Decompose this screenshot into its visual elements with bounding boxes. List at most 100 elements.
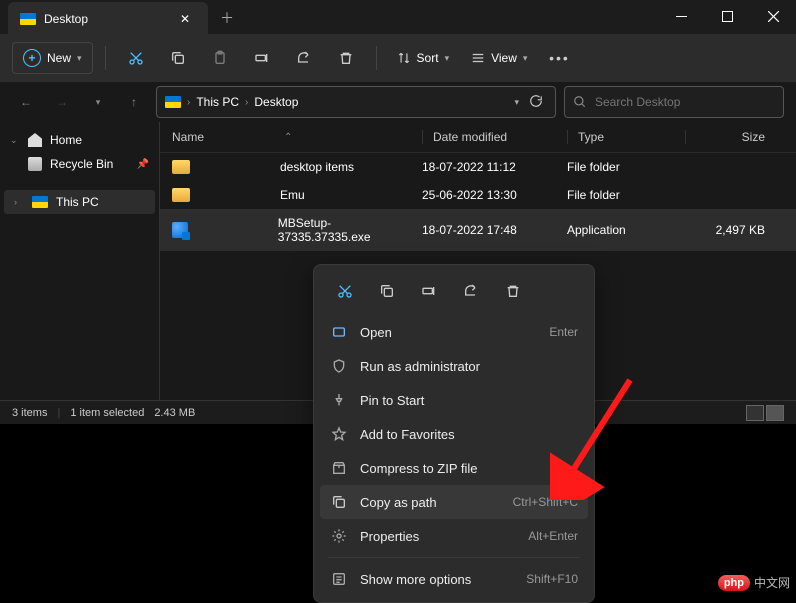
file-row[interactable]: Emu 25-06-2022 13:30 File folder (160, 181, 796, 209)
context-menu: Open Enter Run as administrator Pin to S… (313, 264, 595, 603)
file-date: 18-07-2022 17:48 (422, 223, 567, 237)
ctx-shortcut: Ctrl+Shift+C (513, 495, 578, 509)
ctx-shortcut: Shift+F10 (526, 572, 578, 586)
sidebar-item-label: Recycle Bin (50, 157, 113, 171)
status-items: 3 items (12, 407, 47, 419)
shield-icon (330, 357, 348, 375)
file-row[interactable]: desktop items 18-07-2022 11:12 File fold… (160, 153, 796, 181)
watermark-badge: php (718, 575, 750, 591)
ctx-copy-path[interactable]: Copy as path Ctrl+Shift+C (320, 485, 588, 519)
tab-title: Desktop (44, 12, 166, 26)
open-icon (330, 323, 348, 341)
file-type: File folder (567, 160, 685, 174)
forward-button[interactable]: → (48, 88, 76, 116)
view-button[interactable]: View ▾ (463, 45, 535, 71)
tab-desktop[interactable]: Desktop ✕ (8, 2, 208, 36)
sidebar-item-recycle-bin[interactable]: Recycle Bin 📌 (0, 152, 159, 176)
ctx-delete-button[interactable] (494, 275, 532, 307)
plus-icon: + (23, 49, 41, 67)
share-button[interactable] (286, 40, 322, 76)
ctx-add-favorites[interactable]: Add to Favorites (320, 417, 588, 451)
cut-button[interactable] (118, 40, 154, 76)
exe-icon (172, 222, 188, 238)
chevron-right-icon: › (14, 197, 24, 207)
back-button[interactable]: ← (12, 88, 40, 116)
search-input[interactable] (595, 95, 775, 109)
ctx-label: Add to Favorites (360, 427, 455, 442)
file-row[interactable]: MBSetup-37335.37335.exe 18-07-2022 17:48… (160, 209, 796, 251)
ctx-label: Copy as path (360, 495, 437, 510)
paste-button[interactable] (202, 40, 238, 76)
ctx-copy-button[interactable] (368, 275, 406, 307)
file-name: desktop items (280, 160, 354, 174)
file-type: Application (567, 223, 685, 237)
sidebar-item-label: This PC (56, 195, 99, 209)
ctx-run-admin[interactable]: Run as administrator (320, 349, 588, 383)
sidebar-item-home[interactable]: ⌄ Home (0, 128, 159, 152)
rename-button[interactable] (244, 40, 280, 76)
refresh-button[interactable] (525, 90, 547, 115)
col-date-header[interactable]: Date modified (433, 130, 507, 144)
column-headers[interactable]: Name⌃ Date modified Type Size (160, 122, 796, 153)
ctx-label: Open (360, 325, 392, 340)
maximize-button[interactable] (704, 0, 750, 32)
chevron-right-icon: › (245, 97, 248, 108)
breadcrumb-root[interactable]: This PC (196, 95, 239, 109)
thumbnails-view-toggle[interactable] (766, 405, 784, 421)
zip-icon (330, 459, 348, 477)
copy-button[interactable] (160, 40, 196, 76)
new-button[interactable]: + New ▾ (12, 42, 93, 74)
ctx-compress-zip[interactable]: Compress to ZIP file (320, 451, 588, 485)
home-icon (28, 133, 42, 147)
ctx-cut-button[interactable] (326, 275, 364, 307)
ctx-rename-button[interactable] (410, 275, 448, 307)
minimize-button[interactable] (658, 0, 704, 32)
recent-button[interactable]: ▾ (84, 88, 112, 116)
sidebar: ⌄ Home Recycle Bin 📌 › This PC (0, 122, 160, 400)
sort-icon (397, 51, 411, 65)
file-name: MBSetup-37335.37335.exe (278, 216, 422, 244)
col-size-header[interactable]: Size (742, 130, 765, 144)
up-button[interactable]: ↑ (120, 88, 148, 116)
status-size: 2.43 MB (154, 407, 195, 419)
properties-icon (330, 527, 348, 545)
ctx-pin-start[interactable]: Pin to Start (320, 383, 588, 417)
sort-label: Sort (417, 51, 439, 65)
pin-icon (330, 391, 348, 409)
close-window-button[interactable] (750, 0, 796, 32)
file-size: 2,497 KB (685, 223, 765, 237)
breadcrumb[interactable]: › This PC › Desktop ▾ (156, 86, 556, 118)
chevron-down-icon: ⌄ (10, 135, 20, 146)
col-name-header[interactable]: Name (172, 130, 204, 144)
chevron-down-icon[interactable]: ▾ (514, 97, 519, 108)
sidebar-item-this-pc[interactable]: › This PC (4, 190, 155, 214)
sort-button[interactable]: Sort ▾ (389, 45, 458, 71)
breadcrumb-current[interactable]: Desktop (254, 95, 298, 109)
address-bar: ← → ▾ ↑ › This PC › Desktop ▾ (0, 82, 796, 122)
ctx-label: Properties (360, 529, 419, 544)
details-view-toggle[interactable] (746, 405, 764, 421)
folder-icon (172, 188, 190, 202)
more-options-icon (330, 570, 348, 588)
search-box[interactable] (564, 86, 784, 118)
ctx-share-button[interactable] (452, 275, 490, 307)
file-type: File folder (567, 188, 685, 202)
search-icon (573, 95, 587, 109)
ctx-shortcut: Alt+Enter (528, 529, 578, 543)
close-tab-icon[interactable]: ✕ (174, 10, 196, 28)
ctx-open[interactable]: Open Enter (320, 315, 588, 349)
view-icon (471, 51, 485, 65)
new-tab-button[interactable]: ＋ (208, 0, 246, 36)
delete-button[interactable] (328, 40, 364, 76)
copy-path-icon (330, 493, 348, 511)
chevron-right-icon: › (187, 97, 190, 108)
chevron-down-icon: ▾ (77, 53, 82, 64)
file-name: Emu (280, 188, 305, 202)
ctx-label: Pin to Start (360, 393, 424, 408)
ctx-properties[interactable]: Properties Alt+Enter (320, 519, 588, 553)
ctx-show-more[interactable]: Show more options Shift+F10 (320, 562, 588, 596)
titlebar: Desktop ✕ ＋ (0, 0, 796, 34)
more-button[interactable]: ••• (541, 40, 577, 76)
col-type-header[interactable]: Type (578, 130, 604, 144)
view-label: View (491, 51, 517, 65)
